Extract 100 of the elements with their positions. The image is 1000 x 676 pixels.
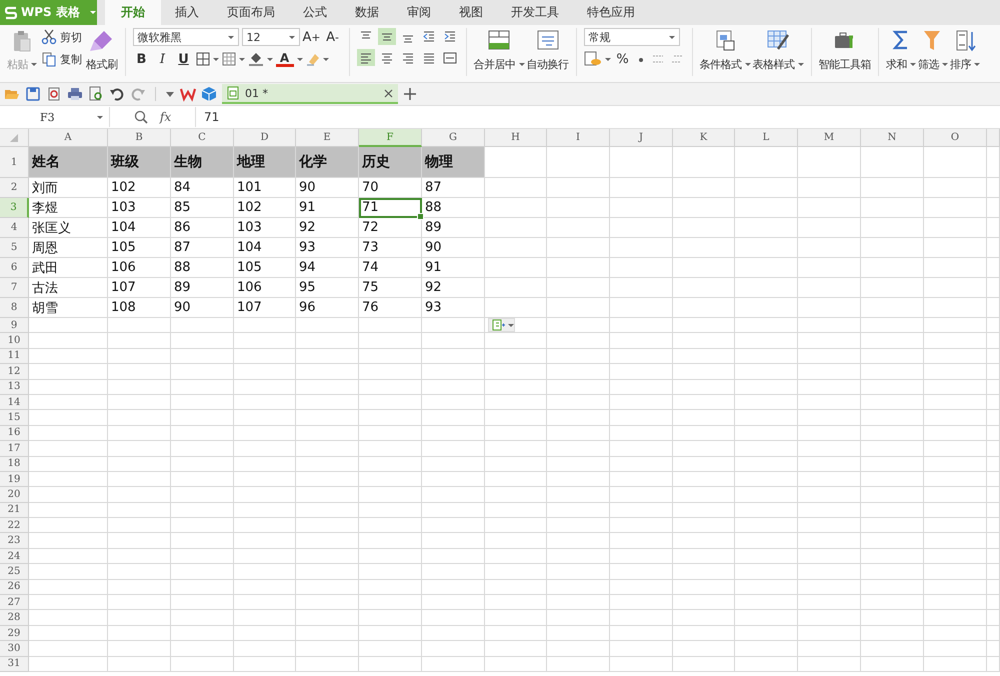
table-cell[interactable]: 73 — [359, 238, 422, 258]
row-header[interactable]: 11 — [0, 348, 29, 364]
column-header[interactable]: C — [171, 129, 234, 147]
table-cell[interactable]: 93 — [422, 298, 485, 318]
row-header[interactable]: 26 — [0, 580, 29, 596]
table-cell[interactable]: 87 — [171, 238, 234, 258]
row-header[interactable]: 10 — [0, 333, 29, 349]
header-cell[interactable]: 化学 — [296, 147, 359, 178]
column-header[interactable]: E — [296, 129, 359, 147]
table-cell[interactable]: 74 — [359, 258, 422, 278]
row-header[interactable]: 22 — [0, 518, 29, 534]
table-cell[interactable]: 105 — [108, 238, 171, 258]
table-cell[interactable]: 李煜 — [29, 198, 108, 218]
name-box[interactable]: F3 — [0, 107, 110, 127]
table-cell[interactable]: 87 — [422, 178, 485, 198]
row-header[interactable]: 6 — [0, 258, 29, 278]
row-header[interactable]: 14 — [0, 394, 29, 410]
row-header[interactable]: 20 — [0, 487, 29, 503]
table-cell[interactable]: 103 — [234, 218, 296, 238]
column-header[interactable]: H — [485, 129, 547, 147]
header-cell[interactable]: 生物 — [171, 147, 234, 178]
column-header[interactable]: G — [422, 129, 485, 147]
column-header[interactable]: M — [798, 129, 861, 147]
filter-button[interactable]: 筛选 — [918, 28, 948, 76]
row-header[interactable]: 25 — [0, 564, 29, 580]
header-cell[interactable]: 班级 — [108, 147, 171, 178]
column-header[interactable]: O — [924, 129, 987, 147]
row-header[interactable]: 15 — [0, 410, 29, 426]
row-header[interactable]: 1 — [0, 147, 29, 178]
underline-button[interactable]: U — [174, 50, 192, 68]
table-cell[interactable]: 92 — [296, 218, 359, 238]
table-cell[interactable]: 106 — [108, 258, 171, 278]
table-cell[interactable]: 104 — [234, 238, 296, 258]
row-header[interactable]: 24 — [0, 548, 29, 564]
conditional-format-button[interactable]: 条件格式 — [700, 28, 750, 76]
table-cell[interactable]: 胡雪 — [29, 298, 108, 318]
column-header[interactable]: I — [547, 129, 610, 147]
table-cell[interactable]: 93 — [296, 238, 359, 258]
header-cell[interactable]: 历史 — [359, 147, 422, 178]
cube-icon[interactable] — [201, 86, 217, 102]
font-size-dropdown[interactable]: 12 — [242, 28, 300, 46]
currency-icon[interactable] — [584, 51, 602, 67]
table-cell[interactable]: 108 — [108, 298, 171, 318]
table-cell[interactable]: 91 — [296, 198, 359, 218]
table-cell[interactable]: 95 — [296, 278, 359, 298]
format-painter-button[interactable]: 格式刷 — [86, 28, 118, 76]
table-cell[interactable]: 88 — [171, 258, 234, 278]
table-cell[interactable]: 103 — [108, 198, 171, 218]
table-cell[interactable]: 107 — [108, 278, 171, 298]
table-cell[interactable]: 92 — [422, 278, 485, 298]
row-header[interactable]: 8 — [0, 298, 29, 318]
ribbon-tab[interactable]: 插入 — [161, 0, 213, 25]
table-cell[interactable]: 76 — [359, 298, 422, 318]
row-header[interactable]: 27 — [0, 595, 29, 610]
row-header[interactable]: 12 — [0, 364, 29, 380]
row-header[interactable]: 29 — [0, 626, 29, 642]
header-cell[interactable]: 物理 — [422, 147, 485, 178]
row-header[interactable]: 2 — [0, 178, 29, 198]
borders-icon[interactable] — [196, 52, 210, 66]
cell-style-icon[interactable] — [222, 52, 236, 66]
header-cell[interactable]: 地理 — [234, 147, 296, 178]
ribbon-tab[interactable]: 开始 — [105, 0, 161, 25]
row-header[interactable]: 9 — [0, 318, 29, 334]
ribbon-tab[interactable]: 公式 — [289, 0, 341, 25]
table-style-button[interactable]: 表格样式 — [752, 28, 804, 76]
row-header[interactable]: 17 — [0, 441, 29, 457]
sum-button[interactable]: 求和 — [886, 28, 916, 76]
table-cell[interactable]: 90 — [422, 238, 485, 258]
column-header[interactable]: F — [359, 129, 422, 147]
table-cell[interactable]: 84 — [171, 178, 234, 198]
column-header[interactable]: J — [610, 129, 673, 147]
table-cell[interactable]: 刘而 — [29, 178, 108, 198]
row-header[interactable]: 4 — [0, 218, 29, 238]
bold-button[interactable]: B — [132, 50, 150, 68]
ribbon-tab[interactable]: 数据 — [341, 0, 393, 25]
row-header[interactable]: 16 — [0, 426, 29, 442]
table-cell[interactable]: 90 — [171, 298, 234, 318]
print-icon[interactable] — [67, 86, 83, 102]
row-header[interactable]: 21 — [0, 502, 29, 518]
table-cell[interactable]: 102 — [234, 198, 296, 218]
percent-button[interactable]: % — [614, 50, 632, 68]
table-cell[interactable]: 武田 — [29, 258, 108, 278]
cut-button[interactable]: 剪切 — [39, 28, 84, 46]
table-cell[interactable]: 104 — [108, 218, 171, 238]
table-cell[interactable]: 古法 — [29, 278, 108, 298]
document-tab[interactable]: 01 * — [222, 84, 398, 104]
align-middle-icon[interactable] — [378, 28, 396, 45]
table-cell[interactable]: 张匡义 — [29, 218, 108, 238]
ribbon-tab[interactable]: 审阅 — [393, 0, 445, 25]
table-cell[interactable]: 72 — [359, 218, 422, 238]
align-left-icon[interactable] — [356, 49, 374, 66]
table-cell[interactable]: 101 — [234, 178, 296, 198]
select-all-corner[interactable] — [0, 129, 29, 147]
ribbon-tab[interactable]: 页面布局 — [213, 0, 289, 25]
active-cell[interactable]: 71 — [359, 198, 422, 218]
table-cell[interactable]: 85 — [171, 198, 234, 218]
fill-bucket-icon[interactable] — [248, 52, 264, 66]
font-family-dropdown[interactable]: 微软雅黑 — [132, 28, 238, 46]
column-header[interactable]: A — [29, 129, 108, 147]
fill-handle[interactable] — [417, 213, 424, 220]
